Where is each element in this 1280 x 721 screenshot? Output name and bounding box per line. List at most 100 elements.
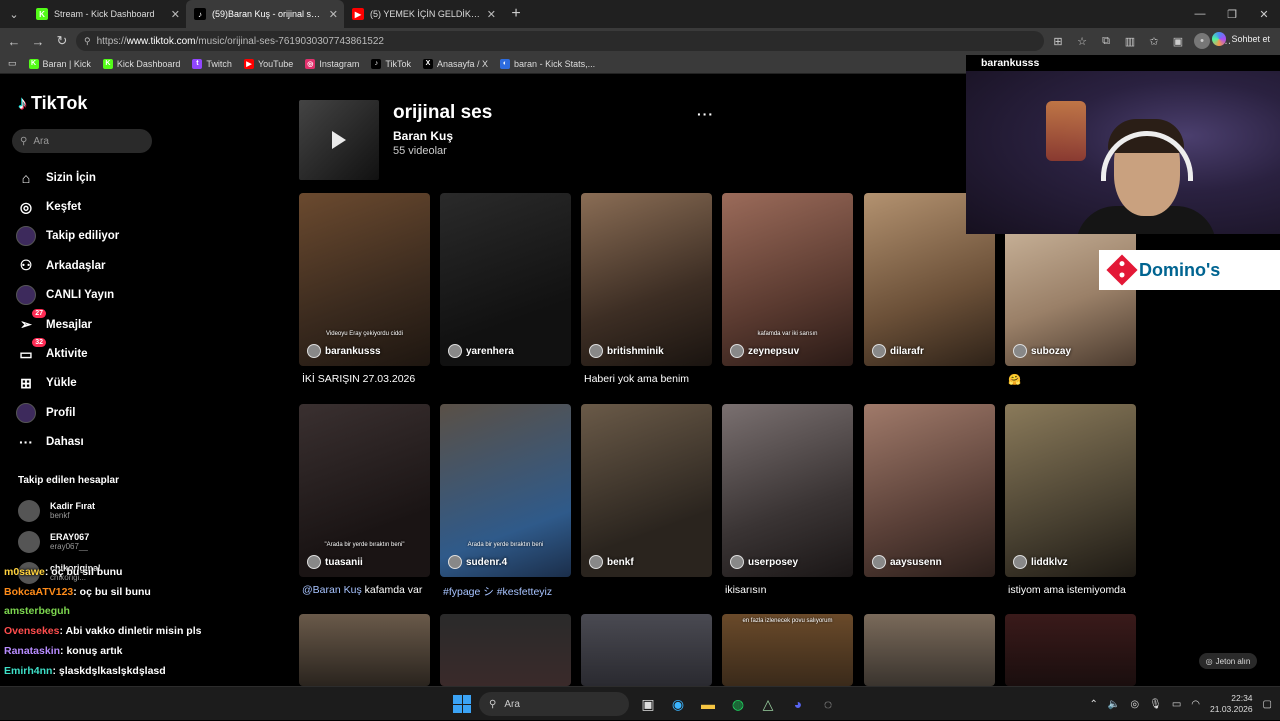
bookmark-item[interactable]: K Kick Dashboard xyxy=(102,58,180,69)
forward-icon[interactable]: → xyxy=(26,34,50,49)
browser-tab[interactable]: K Stream - Kick Dashboard ✕ xyxy=(28,0,186,28)
split-screen-icon[interactable]: ▥ xyxy=(1122,33,1138,49)
nav-item[interactable]: ◎ Keşfet xyxy=(16,192,119,221)
extensions-icon[interactable]: ⧉ xyxy=(1098,33,1114,49)
video-author[interactable]: sudenr.4 xyxy=(448,555,507,569)
video-card[interactable]: en fazla izlenecek povu salıyorum xyxy=(722,614,853,686)
edge-icon[interactable]: ◉ xyxy=(667,693,689,715)
tiktok-logo[interactable]: ♪ TikTok xyxy=(18,93,87,114)
notifications-icon[interactable]: ▢ xyxy=(1263,699,1272,710)
microphone-icon[interactable]: 🎙 xyxy=(1149,699,1162,710)
monitor-icon[interactable]: ▭ xyxy=(1172,699,1181,710)
video-card[interactable]: userposey xyxy=(722,404,853,577)
bookmark-item[interactable]: ◎ Instagram xyxy=(305,58,359,69)
caption-tag[interactable]: #fypage シ #kesfetteyiz xyxy=(443,586,552,598)
favorite-star-icon[interactable]: ☆ xyxy=(1074,33,1090,49)
video-author[interactable]: tuasanii xyxy=(307,555,363,569)
site-info-icon[interactable]: ⚲ xyxy=(84,36,91,47)
video-card[interactable] xyxy=(1005,614,1136,686)
video-author[interactable]: subozay xyxy=(1013,344,1071,358)
buy-coins-button[interactable]: ◎ Jeton alın xyxy=(1199,653,1257,669)
nav-item[interactable]: ⌂ Sizin İçin xyxy=(16,163,119,192)
copilot-chat-button[interactable]: Sohbet et xyxy=(1212,32,1270,46)
taskbar-search[interactable]: ⚲ Ara xyxy=(479,692,629,716)
back-icon[interactable]: ← xyxy=(2,34,26,49)
video-author[interactable]: zeynepsuv xyxy=(730,344,799,358)
url-field[interactable]: ⚲ https://www.tiktok.com/music/orijinal-… xyxy=(76,31,1044,51)
reading-list-icon[interactable]: ▭ xyxy=(8,58,17,69)
following-account[interactable]: ERAY067 eray067__ xyxy=(18,526,101,557)
nav-item[interactable]: ⚇ Arkadaşlar xyxy=(16,251,119,280)
video-caption[interactable]: 🤗 xyxy=(1008,373,1021,386)
tab-close-icon[interactable]: ✕ xyxy=(171,8,180,21)
tray-chevron-icon[interactable]: ⌃ xyxy=(1090,699,1098,710)
file-explorer-icon[interactable]: ▬ xyxy=(697,693,719,715)
nav-item[interactable]: ··· Dahası xyxy=(16,428,119,457)
new-tab-button[interactable]: + xyxy=(502,5,530,23)
nav-item[interactable]: Takip ediliyor xyxy=(16,222,119,251)
following-account[interactable]: Kadir Fırat benkf xyxy=(18,495,101,526)
video-card[interactable]: yarenhera xyxy=(440,193,571,366)
profile-avatar-icon[interactable]: • xyxy=(1194,33,1210,49)
video-card[interactable] xyxy=(864,614,995,686)
video-caption[interactable]: #fypage シ #kesfetteyiz xyxy=(443,584,552,599)
video-caption[interactable]: İKİ SARIŞIN 27.03.2026 xyxy=(302,373,415,385)
bookmark-item[interactable]: ◐ baran - Kick Stats,... xyxy=(500,58,595,69)
browser-tab[interactable]: ▶ (5) YEMEK İÇİN GELDİK, EVE ALMA... ✕ xyxy=(344,0,502,28)
music-cover[interactable] xyxy=(299,100,379,180)
video-card[interactable] xyxy=(581,614,712,686)
windows-start-icon[interactable] xyxy=(453,695,471,713)
search-input[interactable]: ⚲ Ara xyxy=(12,129,152,153)
video-card[interactable]: Videoyu Eray çekiyordu ciddi barankusss xyxy=(299,193,430,366)
favorites-icon[interactable]: ✩ xyxy=(1146,33,1162,49)
video-card[interactable] xyxy=(299,614,430,686)
bookmark-item[interactable]: K Baran | Kick xyxy=(28,58,91,69)
close-window-icon[interactable]: ✕ xyxy=(1248,0,1280,28)
browser-tab[interactable]: ♪ (59)Baran Kuş - orijinal ses | TikTok ✕ xyxy=(186,0,344,28)
video-caption[interactable]: istiyom ama istemiyomda xyxy=(1008,584,1126,596)
nav-item[interactable]: ▭ 32 Aktivite xyxy=(16,338,119,368)
minimize-icon[interactable]: — xyxy=(1184,0,1216,28)
spotify-icon[interactable]: ◍ xyxy=(727,693,749,715)
video-card[interactable]: "Arada bir yerde bıraktın beni" tuasanii xyxy=(299,404,430,577)
video-card[interactable]: britishminik xyxy=(581,193,712,366)
video-caption[interactable]: @Baran Kuş kafamda var xyxy=(302,584,422,596)
music-artist[interactable]: Baran Kuş xyxy=(393,129,453,143)
speaker-icon[interactable]: 🔈 xyxy=(1108,699,1120,710)
video-card[interactable]: kafamda var iki sarısın zeynepsuv xyxy=(722,193,853,366)
video-author[interactable]: britishminik xyxy=(589,344,664,358)
video-card[interactable]: aaysusenn xyxy=(864,404,995,577)
video-caption[interactable]: Haberi yok ama benim xyxy=(584,373,689,385)
nav-item[interactable]: ⊞ Yükle xyxy=(16,369,119,398)
bookmark-item[interactable]: t Twitch xyxy=(192,58,232,69)
discord-icon[interactable]: ◕ xyxy=(787,693,809,715)
video-author[interactable]: userposey xyxy=(730,555,798,569)
collections-icon[interactable]: ▣ xyxy=(1170,33,1186,49)
network-icon[interactable]: ◎ xyxy=(1130,699,1139,710)
wifi-icon[interactable]: ◠ xyxy=(1191,699,1200,710)
bookmark-item[interactable]: ▶ YouTube xyxy=(243,58,293,69)
clock[interactable]: 22:34 21.03.2026 xyxy=(1210,693,1253,715)
app-available-icon[interactable]: ⊞ xyxy=(1050,33,1066,49)
video-card[interactable]: Arada bir yerde bıraktın beni sudenr.4 xyxy=(440,404,571,577)
bookmark-item[interactable]: ♪ TikTok xyxy=(371,58,411,69)
obs-icon[interactable]: ◌ xyxy=(817,693,839,715)
bookmark-item[interactable]: X Anasayfa / X xyxy=(423,58,488,69)
video-card[interactable] xyxy=(440,614,571,686)
refresh-icon[interactable]: ↻ xyxy=(50,33,74,49)
video-author[interactable]: yarenhera xyxy=(448,344,514,358)
video-author[interactable]: barankusss xyxy=(307,344,381,358)
tab-close-icon[interactable]: ✕ xyxy=(487,8,496,21)
app-icon[interactable]: △ xyxy=(757,693,779,715)
video-caption[interactable]: ikisarısın xyxy=(725,584,766,596)
video-author[interactable]: liddklvz xyxy=(1013,555,1068,569)
video-author[interactable]: aaysusenn xyxy=(872,555,942,569)
video-card[interactable]: liddklvz xyxy=(1005,404,1136,577)
maximize-icon[interactable]: ❐ xyxy=(1216,0,1248,28)
more-options-icon[interactable]: ··· xyxy=(697,106,714,122)
nav-item[interactable]: Profil xyxy=(16,398,119,427)
tab-actions-chevron-icon[interactable]: ⌄ xyxy=(0,0,28,28)
video-author[interactable]: dilarafr xyxy=(872,344,924,358)
tab-close-icon[interactable]: ✕ xyxy=(329,8,338,21)
video-card[interactable]: benkf xyxy=(581,404,712,577)
